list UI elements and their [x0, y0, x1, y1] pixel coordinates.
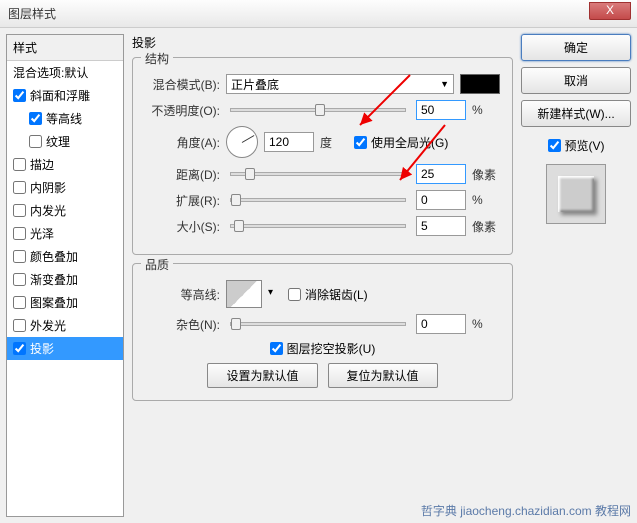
angle-dial[interactable] — [226, 126, 258, 158]
size-label: 大小(S): — [145, 218, 220, 235]
style-label: 渐变叠加 — [30, 271, 78, 288]
style-item-10[interactable]: 外发光 — [7, 314, 123, 337]
style-item-0[interactable]: 斜面和浮雕 — [7, 84, 123, 107]
spread-unit: % — [472, 193, 500, 207]
style-item-7[interactable]: 颜色叠加 — [7, 245, 123, 268]
blend-mode-dropdown[interactable]: 正片叠底 — [226, 74, 454, 94]
cancel-button[interactable]: 取消 — [521, 67, 631, 94]
style-checkbox[interactable] — [13, 89, 26, 102]
close-button[interactable]: X — [589, 2, 631, 20]
style-item-4[interactable]: 内阴影 — [7, 176, 123, 199]
style-label: 颜色叠加 — [30, 248, 78, 265]
angle-unit: 度 — [320, 134, 348, 151]
style-label: 等高线 — [46, 110, 82, 127]
antialias-checkbox[interactable]: 消除锯齿(L) — [288, 286, 368, 303]
distance-input[interactable] — [416, 164, 466, 184]
preview-checkbox[interactable]: 预览(V) — [521, 137, 631, 154]
style-item-11[interactable]: 投影 — [7, 337, 123, 360]
style-checkbox[interactable] — [13, 227, 26, 240]
style-label: 光泽 — [30, 225, 54, 242]
spread-input[interactable] — [416, 190, 466, 210]
style-checkbox[interactable] — [13, 204, 26, 217]
style-label: 斜面和浮雕 — [30, 87, 90, 104]
style-label: 投影 — [30, 340, 54, 357]
panel-title: 投影 — [132, 34, 513, 51]
window-title: 图层样式 — [8, 5, 56, 22]
blend-options-item[interactable]: 混合选项:默认 — [7, 61, 123, 84]
contour-label: 等高线: — [145, 286, 220, 303]
style-checkbox[interactable] — [13, 158, 26, 171]
style-label: 内发光 — [30, 202, 66, 219]
size-unit: 像素 — [472, 218, 500, 235]
style-label: 外发光 — [30, 317, 66, 334]
style-label: 图案叠加 — [30, 294, 78, 311]
structure-fieldset: 结构 混合模式(B): 正片叠底 不透明度(O): % 角度(A): — [132, 57, 513, 255]
noise-unit: % — [472, 317, 500, 331]
reset-default-button[interactable]: 复位为默认值 — [328, 363, 438, 388]
style-label: 内阴影 — [30, 179, 66, 196]
style-item-3[interactable]: 描边 — [7, 153, 123, 176]
style-checkbox[interactable] — [13, 319, 26, 332]
style-item-8[interactable]: 渐变叠加 — [7, 268, 123, 291]
make-default-button[interactable]: 设置为默认值 — [207, 363, 317, 388]
quality-title: 品质 — [141, 256, 173, 273]
opacity-input[interactable] — [416, 100, 466, 120]
watermark-text: 哲字典 jiaocheng.chazidian.com 教程网 — [421, 502, 631, 519]
noise-label: 杂色(N): — [145, 316, 220, 333]
shadow-color-swatch[interactable] — [460, 74, 500, 94]
opacity-unit: % — [472, 103, 500, 117]
style-checkbox[interactable] — [29, 112, 42, 125]
angle-input[interactable] — [264, 132, 314, 152]
layer-style-dialog: 图层样式 X 样式 混合选项:默认 斜面和浮雕等高线纹理描边内阴影内发光光泽颜色… — [0, 0, 637, 523]
structure-title: 结构 — [141, 50, 173, 67]
style-item-9[interactable]: 图案叠加 — [7, 291, 123, 314]
global-light-checkbox[interactable]: 使用全局光(G) — [354, 134, 448, 151]
preview-thumbnail — [546, 164, 606, 224]
quality-fieldset: 品质 等高线: 消除锯齿(L) 杂色(N): % — [132, 263, 513, 401]
style-checkbox[interactable] — [13, 250, 26, 263]
style-item-6[interactable]: 光泽 — [7, 222, 123, 245]
distance-slider[interactable] — [230, 172, 406, 176]
style-checkbox[interactable] — [29, 135, 42, 148]
styles-list-panel: 样式 混合选项:默认 斜面和浮雕等高线纹理描边内阴影内发光光泽颜色叠加渐变叠加图… — [6, 34, 124, 517]
noise-input[interactable] — [416, 314, 466, 334]
contour-picker[interactable] — [226, 280, 262, 308]
spread-slider[interactable] — [230, 198, 406, 202]
opacity-slider[interactable] — [230, 108, 406, 112]
spread-label: 扩展(R): — [145, 192, 220, 209]
size-input[interactable] — [416, 216, 466, 236]
titlebar[interactable]: 图层样式 X — [0, 0, 637, 28]
style-item-1[interactable]: 等高线 — [7, 107, 123, 130]
distance-unit: 像素 — [472, 166, 500, 183]
style-label: 纹理 — [46, 133, 70, 150]
opacity-label: 不透明度(O): — [145, 102, 220, 119]
styles-header: 样式 — [7, 35, 123, 61]
angle-label: 角度(A): — [145, 134, 220, 151]
knockout-checkbox[interactable]: 图层挖空投影(U) — [270, 340, 376, 357]
dialog-content: 样式 混合选项:默认 斜面和浮雕等高线纹理描边内阴影内发光光泽颜色叠加渐变叠加图… — [0, 28, 637, 523]
blend-mode-label: 混合模式(B): — [145, 76, 220, 93]
style-checkbox[interactable] — [13, 296, 26, 309]
new-style-button[interactable]: 新建样式(W)... — [521, 100, 631, 127]
size-slider[interactable] — [230, 224, 406, 228]
ok-button[interactable]: 确定 — [521, 34, 631, 61]
style-item-2[interactable]: 纹理 — [7, 130, 123, 153]
noise-slider[interactable] — [230, 322, 406, 326]
style-checkbox[interactable] — [13, 273, 26, 286]
style-item-5[interactable]: 内发光 — [7, 199, 123, 222]
distance-label: 距离(D): — [145, 166, 220, 183]
settings-panel: 投影 结构 混合模式(B): 正片叠底 不透明度(O): % — [124, 34, 521, 517]
style-checkbox[interactable] — [13, 181, 26, 194]
preview-swatch — [558, 176, 594, 212]
style-label: 描边 — [30, 156, 54, 173]
right-button-panel: 确定 取消 新建样式(W)... 预览(V) — [521, 34, 631, 517]
style-checkbox[interactable] — [13, 342, 26, 355]
